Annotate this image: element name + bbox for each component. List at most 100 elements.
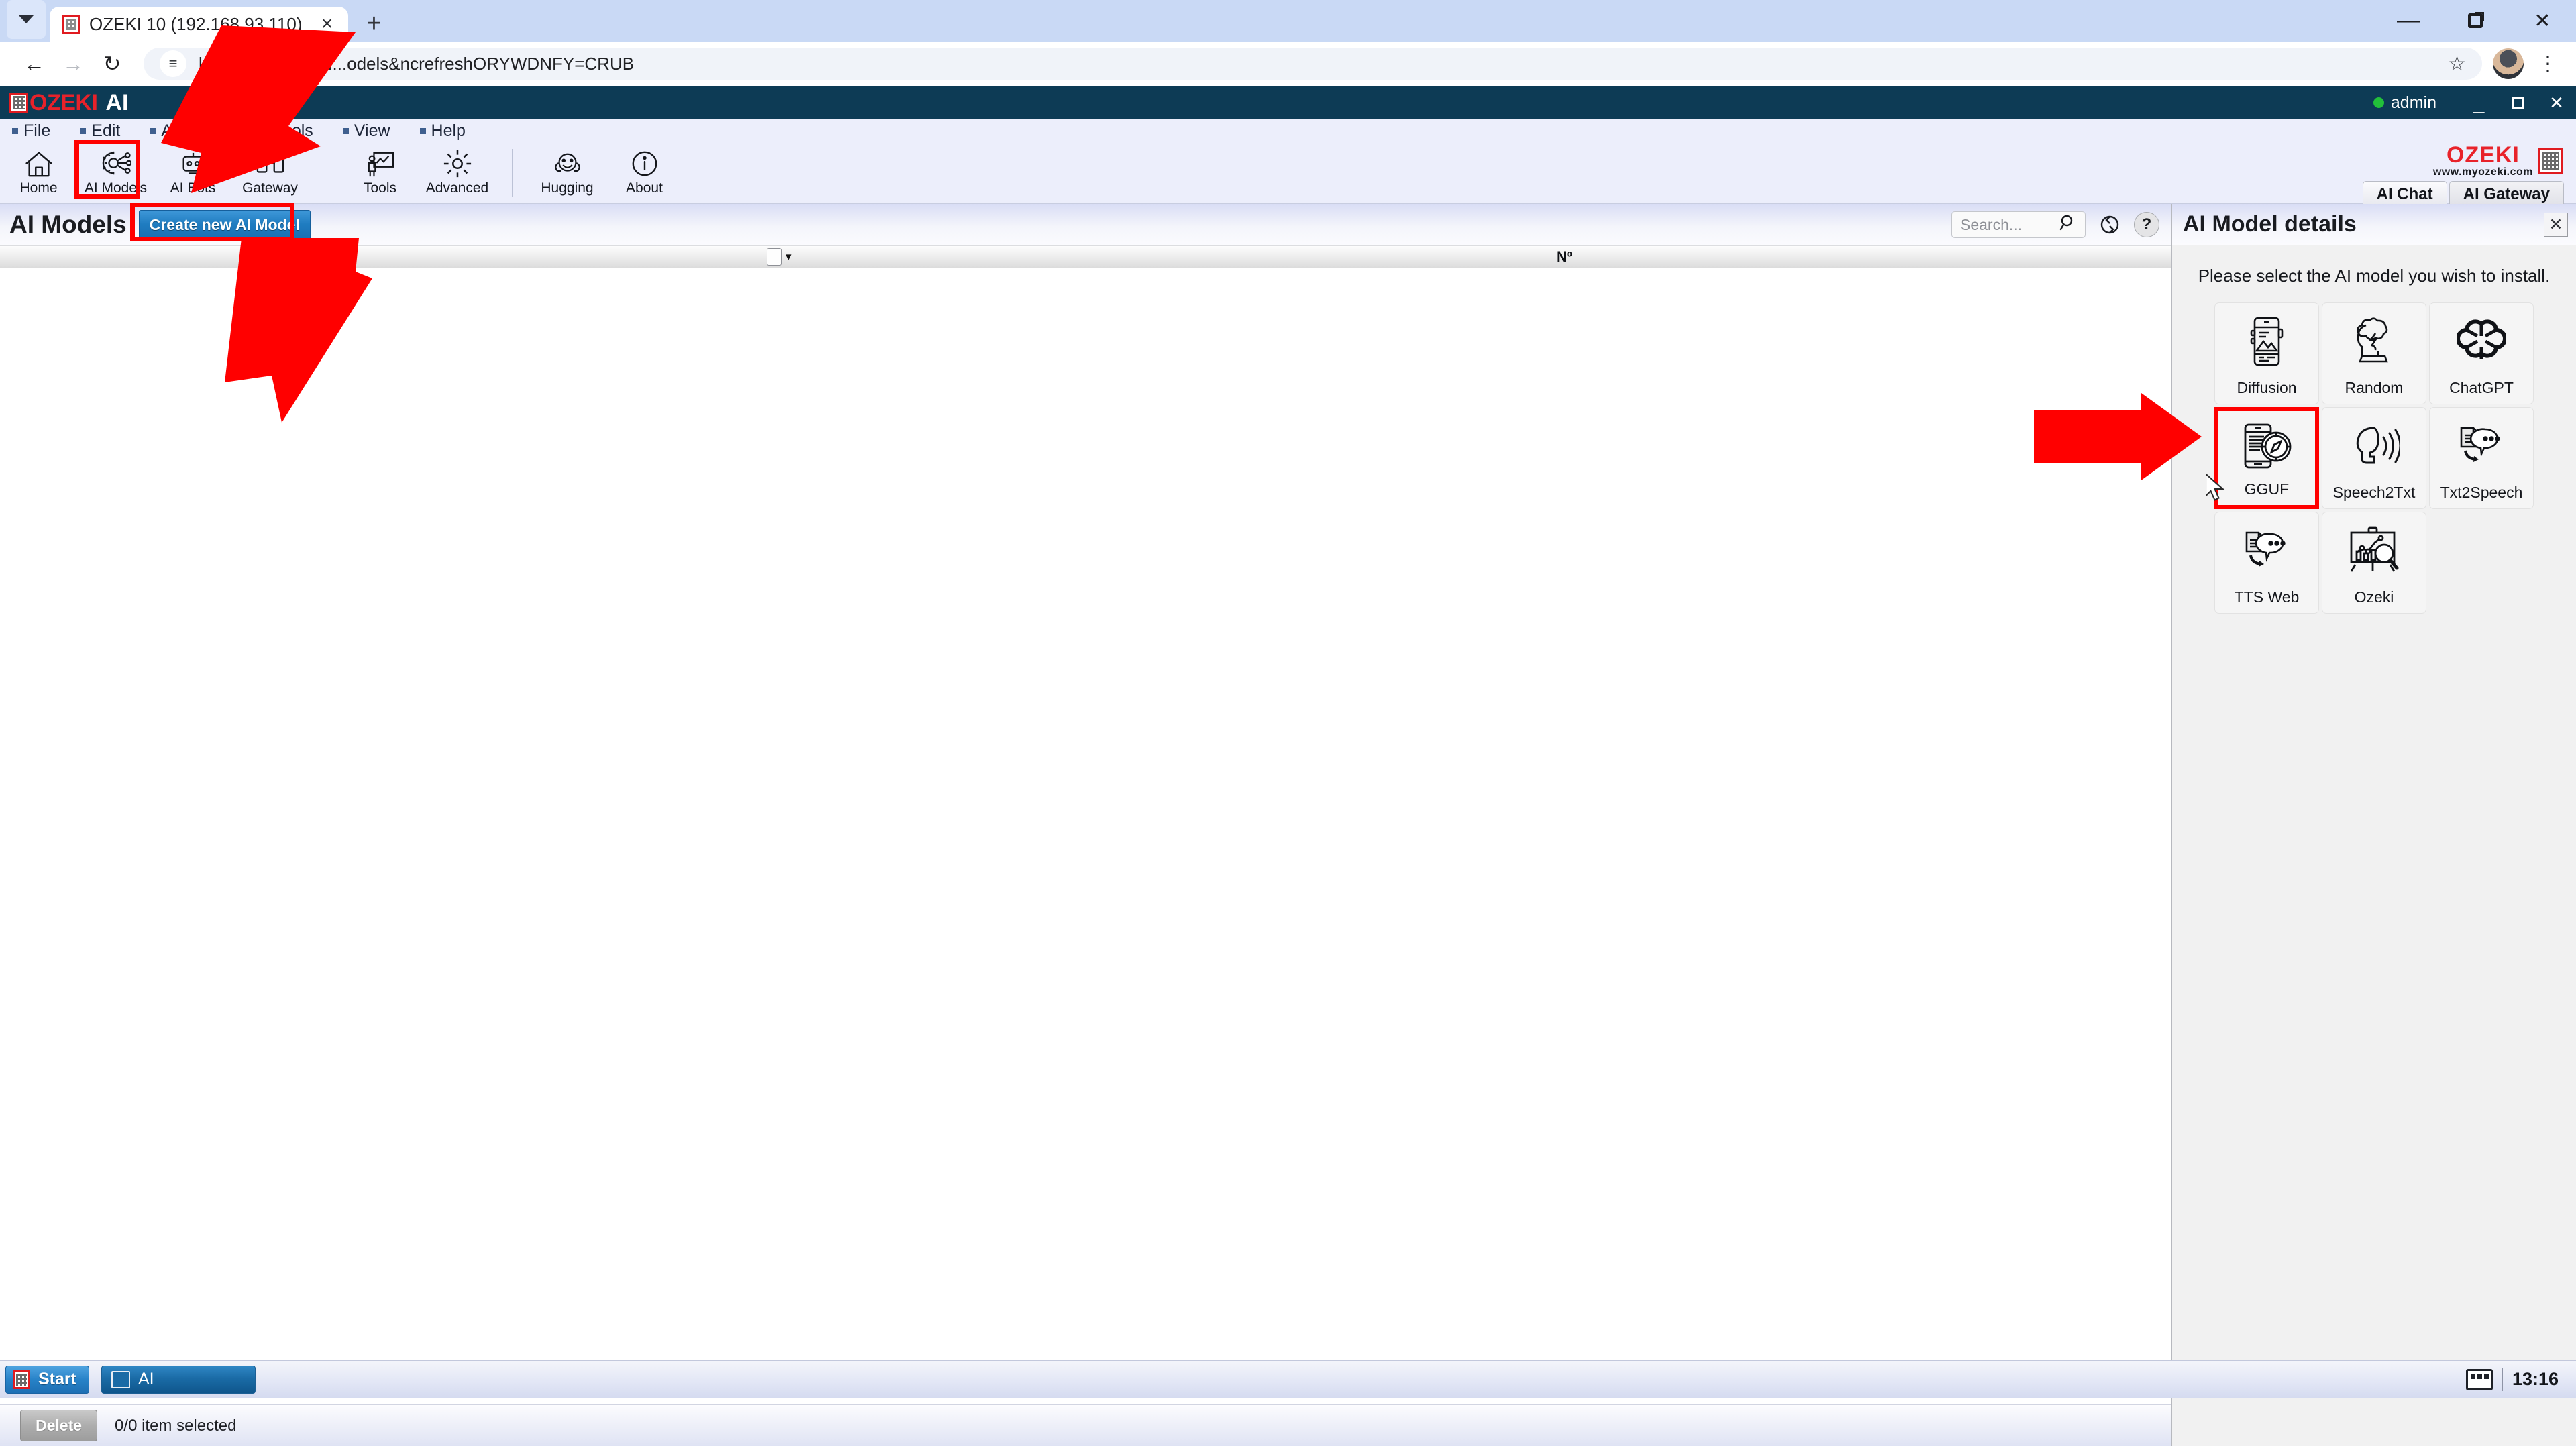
- details-panel-header: AI Model details ✕: [2172, 204, 2576, 245]
- app-minimize-button[interactable]: _: [2459, 88, 2498, 117]
- speaking-head-icon: [2322, 408, 2426, 484]
- select-all-checkbox[interactable]: ▾: [767, 248, 792, 266]
- menu-label: File: [23, 121, 51, 140]
- page-title: AI Models: [9, 211, 127, 238]
- user-label[interactable]: admin: [2391, 93, 2436, 113]
- back-icon[interactable]: ←: [15, 44, 54, 83]
- window-close-button[interactable]: ✕: [2509, 5, 2576, 36]
- info-icon: [630, 149, 659, 178]
- pointer-arrow-ai-models: [161, 25, 356, 193]
- menu-label: Help: [431, 121, 466, 140]
- model-tile-speech2txt[interactable]: Speech2Txt: [2322, 407, 2426, 509]
- phone-compass-icon: [2218, 411, 2315, 480]
- system-tray: 13:16: [2465, 1368, 2571, 1391]
- model-tile-label: Txt2Speech: [2440, 484, 2523, 501]
- column-header-number[interactable]: Nº: [1556, 248, 1572, 266]
- gear-network-icon: [101, 149, 131, 178]
- gear-icon: [443, 149, 472, 178]
- page-header-actions: Search... ?: [1951, 211, 2171, 238]
- details-panel-instruction: Please select the AI model you wish to i…: [2198, 266, 2551, 286]
- ribbon-label: AI Models: [84, 180, 148, 196]
- ribbon-button-home[interactable]: Home: [0, 142, 77, 203]
- app-header-right: admin _ ✕: [2373, 88, 2576, 117]
- app-maximize-button[interactable]: [2498, 88, 2537, 117]
- pointer-arrow-create-button: [225, 238, 372, 423]
- start-logo-icon: [13, 1370, 30, 1389]
- model-tile-gguf[interactable]: GGUF: [2214, 407, 2319, 509]
- ozeki-favicon-icon: [62, 15, 80, 34]
- ribbon-label: About: [626, 180, 663, 196]
- browser-window-controls: — ✕: [2375, 5, 2576, 36]
- selection-status-text: 0/0 item selected: [115, 1416, 237, 1435]
- ribbon-label: Hugging: [541, 180, 594, 196]
- tab-search-button[interactable]: [7, 0, 46, 39]
- taskbar: Start AI 13:16: [0, 1360, 2576, 1398]
- ozeki-keypad-icon: [2538, 148, 2563, 174]
- search-icon[interactable]: [2059, 214, 2077, 235]
- chevron-down-icon: [19, 15, 34, 23]
- model-tile-tts-web[interactable]: TTS Web: [2214, 512, 2319, 614]
- brand-ozeki: OZEKI: [30, 89, 98, 115]
- forward-icon[interactable]: →: [54, 44, 93, 83]
- model-tile-label: Random: [2345, 379, 2404, 396]
- window-restore-button[interactable]: [2442, 5, 2509, 36]
- close-icon[interactable]: ✕: [2544, 212, 2568, 237]
- model-tile-label: Diffusion: [2237, 379, 2297, 396]
- model-tile-txt2speech[interactable]: Txt2Speech: [2429, 407, 2534, 509]
- help-icon[interactable]: ?: [2134, 212, 2159, 237]
- browser-tabstrip: OZEKI 10 (192.168.93.110) × + — ✕: [0, 0, 2576, 42]
- menu-item-edit[interactable]: Edit: [80, 121, 120, 141]
- ribbon-button-advanced[interactable]: Advanced: [419, 142, 496, 203]
- monitor-icon[interactable]: [2465, 1368, 2493, 1390]
- menu-label: Edit: [91, 121, 121, 140]
- search-input[interactable]: Search...: [1951, 211, 2086, 238]
- pointer-arrow-gguf-tile: [2034, 393, 2202, 480]
- chevron-down-icon[interactable]: ▾: [786, 250, 792, 264]
- create-new-ai-model-button[interactable]: Create new AI Model: [138, 209, 311, 240]
- ribbon-label: Advanced: [425, 180, 489, 196]
- doc-to-bubble-icon: [2215, 512, 2318, 588]
- taskbar-item-label: AI: [138, 1370, 154, 1388]
- app-ribbon: Home AI Models AI Bots: [0, 142, 2576, 207]
- model-tile-label: Speech2Txt: [2332, 484, 2416, 501]
- refresh-icon[interactable]: [2096, 211, 2123, 238]
- bullet-icon: [80, 127, 87, 134]
- app-close-button[interactable]: ✕: [2537, 88, 2576, 117]
- model-tile-random[interactable]: Random: [2322, 302, 2426, 404]
- mouse-cursor: [2206, 474, 2225, 501]
- model-tile-label: ChatGPT: [2449, 379, 2514, 396]
- doc-to-bubble-icon: [2430, 408, 2533, 484]
- bullet-icon: [12, 127, 18, 134]
- window-minimize-button[interactable]: —: [2375, 5, 2442, 36]
- menu-item-file[interactable]: File: [12, 121, 50, 141]
- brain-storm-icon: [2322, 303, 2426, 379]
- ribbon-button-about[interactable]: About: [606, 142, 683, 203]
- model-tile-grid: Diffusion Random ChatGPT GGUF Speech2Txt…: [2172, 302, 2576, 614]
- ribbon-button-ai-models[interactable]: AI Models: [77, 142, 154, 203]
- openai-icon: [2430, 303, 2533, 379]
- menu-item-help[interactable]: Help: [419, 121, 466, 141]
- start-button[interactable]: Start: [5, 1365, 89, 1394]
- model-tile-chatgpt[interactable]: ChatGPT: [2429, 302, 2534, 404]
- online-status-icon: [2373, 97, 2384, 108]
- reload-icon[interactable]: ↻: [93, 44, 131, 83]
- details-panel-title: AI Model details: [2183, 211, 2357, 237]
- checkbox-icon[interactable]: [767, 248, 782, 266]
- delete-button[interactable]: Delete: [20, 1410, 98, 1441]
- address-bar[interactable]: ≡ localhost:9515/AI...odels&ncrefreshORY…: [144, 48, 2482, 80]
- app-header: OZEKI AI admin _ ✕: [0, 86, 2576, 119]
- ribbon-label: Home: [19, 180, 58, 196]
- avatar[interactable]: [2493, 48, 2524, 79]
- ribbon-button-hugging[interactable]: Hugging: [529, 142, 606, 203]
- ozeki-wordmark: OZEKI: [2446, 142, 2520, 168]
- model-tile-diffusion[interactable]: Diffusion: [2214, 302, 2319, 404]
- bookmark-icon[interactable]: ☆: [2448, 52, 2466, 76]
- model-tile-ozeki[interactable]: Ozeki: [2322, 512, 2426, 614]
- taskbar-item-ai[interactable]: AI: [101, 1365, 256, 1394]
- model-tile-label: TTS Web: [2234, 588, 2300, 606]
- home-icon: [23, 149, 54, 178]
- tray-divider: [2502, 1368, 2503, 1391]
- bullet-icon: [419, 127, 426, 134]
- ribbon-separator: [512, 149, 513, 197]
- browser-menu-icon[interactable]: ⋮: [2534, 54, 2561, 74]
